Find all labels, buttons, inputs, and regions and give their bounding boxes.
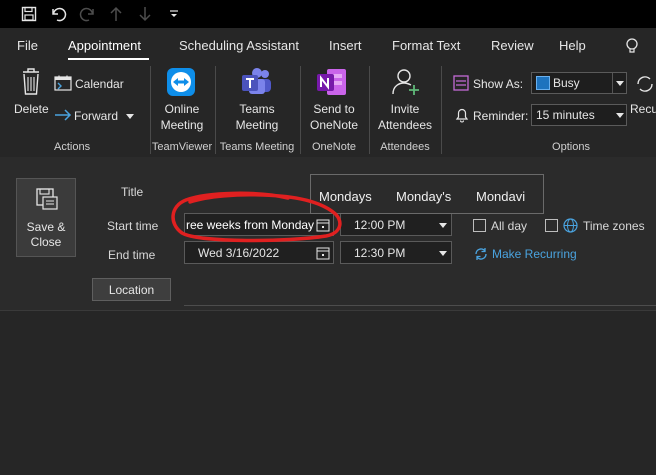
trash-icon [23,68,39,95]
online-meeting-line1[interactable]: Online [156,101,208,117]
all-day-label: All day [491,219,528,233]
group-label-actions: Actions [54,141,91,153]
calendar-picker-icon[interactable] [316,246,330,260]
lightbulb-icon[interactable] [624,37,642,55]
undo-icon[interactable] [46,3,70,25]
send-to-onenote-line1[interactable]: Send to [304,101,364,117]
save-close-line2: Close [30,235,62,249]
end-time-label: End time [108,248,156,262]
show-as-dropdown[interactable]: Busy [531,72,627,94]
send-to-onenote-line2[interactable]: OneNote [304,117,364,133]
start-time-dropdown[interactable]: 12:00 PM [340,213,452,236]
all-day-checkbox[interactable] [473,219,486,232]
onenote-icon[interactable] [315,66,349,98]
invite-attendees-line1[interactable]: Invite [374,101,436,117]
down-arrow-icon[interactable] [133,3,157,25]
chevron-down-icon [439,251,447,256]
up-arrow-icon[interactable] [104,3,128,25]
invite-attendees-line2[interactable]: Attendees [374,117,436,133]
quick-access-toolbar [0,0,656,28]
make-recurring-link[interactable]: Make Recurring [492,247,577,261]
tab-review[interactable]: Review [491,38,534,53]
tab-appointment[interactable]: Appointment [68,38,141,53]
reminder-dropdown[interactable]: 15 minutes [531,104,627,126]
teams-meeting-line2[interactable]: Meeting [228,117,286,133]
end-time-dropdown[interactable]: 12:30 PM [340,241,452,264]
save-close-icon [35,187,59,211]
time-zones-label: Time zones [583,219,645,233]
bell-icon [454,107,470,123]
group-separator [369,66,370,154]
start-time-label: Start time [107,219,159,233]
recurrence-button[interactable]: Recu [630,101,656,117]
tab-scheduling-assistant[interactable]: Scheduling Assistant [179,38,299,53]
save-icon[interactable] [17,3,41,25]
time-zones-checkbox[interactable] [545,219,558,232]
location-label: Location [108,283,155,297]
tab-file[interactable]: File [17,38,38,53]
group-label-teamviewer: TeamViewer [151,141,213,153]
chevron-down-icon [439,223,447,228]
start-time-value: 12:00 PM [354,218,406,232]
chevron-down-icon [616,113,624,118]
autocomplete-item[interactable]: Monday's [396,189,451,204]
forward-arrow-icon [54,108,72,122]
appointment-body[interactable] [0,310,656,475]
group-label-attendees: Attendees [380,141,430,153]
delete-button[interactable] [14,66,48,98]
red-annotation-circle [171,191,342,243]
tab-help[interactable]: Help [559,38,586,53]
forward-dropdown-icon[interactable] [126,114,134,119]
show-as-value: Busy [553,76,580,90]
dropdown-divider [612,73,613,93]
tab-insert[interactable]: Insert [329,38,362,53]
end-time-value: 12:30 PM [354,246,406,260]
group-label-onenote: OneNote [311,141,357,153]
reminder-label: Reminder: [473,109,529,123]
active-tab-indicator [68,58,149,60]
save-close-button[interactable]: Save & Close [16,178,76,257]
teams-icon[interactable] [240,66,274,98]
delete-label: Delete [14,102,49,116]
autocomplete-item[interactable]: Mondavi [476,189,525,204]
recurring-icon [473,246,489,262]
reminder-value: 15 minutes [536,108,595,122]
online-meeting-line2[interactable]: Meeting [156,117,208,133]
location-button[interactable]: Location [92,278,171,301]
group-label-teams-meeting: Teams Meeting [219,141,295,153]
show-as-icon [453,75,469,91]
redo-icon[interactable] [76,3,100,25]
title-label: Title [121,185,144,199]
group-separator [300,66,301,154]
customize-toolbar-icon[interactable] [162,3,186,25]
save-close-line1: Save & [26,220,66,234]
chevron-down-icon [616,81,624,86]
teamviewer-icon[interactable] [165,66,197,98]
calendar-button[interactable]: Calendar [75,76,124,92]
group-label-options: Options [552,141,590,153]
teams-meeting-line1[interactable]: Teams [228,101,286,117]
busy-color-swatch [536,76,550,90]
location-input[interactable] [184,278,656,306]
recurrence-icon[interactable] [634,74,656,94]
forward-button[interactable]: Forward [74,108,118,124]
globe-icon [563,218,578,233]
calendar-icon [54,75,72,91]
group-separator [441,66,442,154]
tab-format-text[interactable]: Format Text [392,38,460,53]
invite-attendees-icon[interactable] [390,66,422,98]
end-date-value: Wed 3/16/2022 [198,246,280,260]
show-as-label: Show As: [473,77,524,91]
